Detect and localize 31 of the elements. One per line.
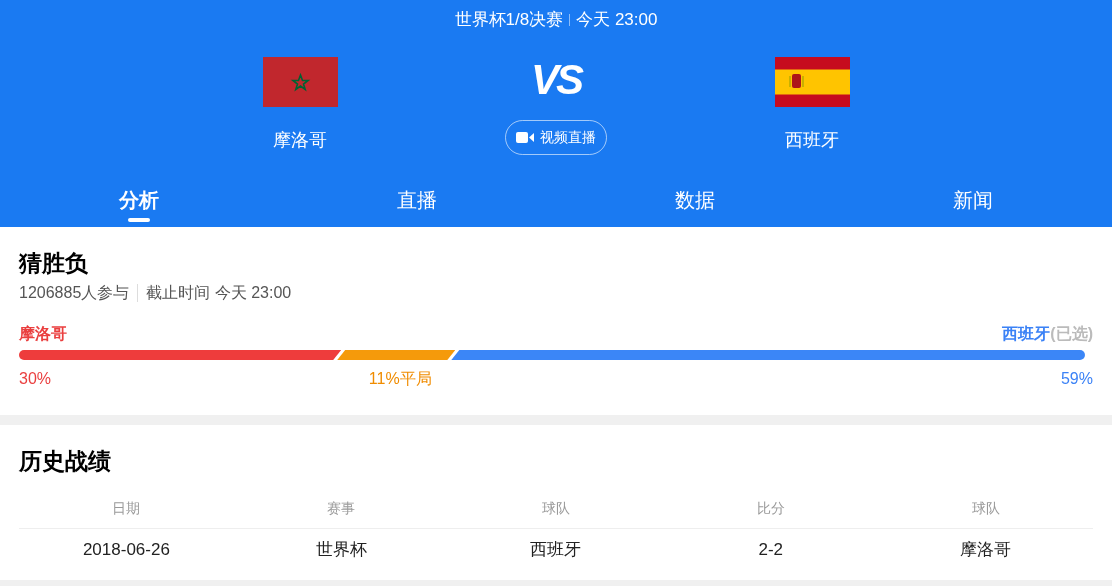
column-header: 球队 [542,499,570,518]
vs-label: VS [531,58,581,102]
table-cell-text: 世界杯 [315,539,367,562]
tab[interactable]: 数据 [675,186,715,224]
match-time: 今天 23:00 [576,9,658,32]
percent-label: 30% [19,370,52,387]
table-cell-text: 西班牙 [530,539,582,562]
tab[interactable]: 新闻 [953,186,993,224]
column-header: 日期 [112,499,141,518]
section-title: 猜胜负 [19,249,89,278]
tab[interactable]: 分析 [119,186,159,224]
deadline-text: 截止时间 今天 23:00 [146,283,292,303]
percent-label: 11%平局 [368,369,432,389]
table-cell-text: 2-2 [758,539,784,562]
team-option[interactable]: 西班牙(已选) [1002,322,1093,344]
team-option[interactable]: 摩洛哥 [19,322,67,344]
table-cell-text: 2018-06-26 [82,539,170,562]
participants-count: 1206885人参与 [19,283,130,303]
flag-icon [262,57,338,107]
section-title: 历史战绩 [19,447,112,476]
video-camera-icon [516,132,534,143]
flag-icon [774,57,850,107]
tab[interactable]: 直播 [397,186,437,224]
column-header: 赛事 [327,499,356,518]
table-cell-text: 摩洛哥 [960,539,1012,562]
column-header: 球队 [971,499,1000,518]
competition-title: 世界杯1/8决赛 [454,9,564,32]
team-name: 摩洛哥 [273,129,327,152]
percent-label: 59% [1060,369,1093,389]
column-header: 比分 [756,499,785,518]
team-name: 西班牙 [785,129,839,152]
